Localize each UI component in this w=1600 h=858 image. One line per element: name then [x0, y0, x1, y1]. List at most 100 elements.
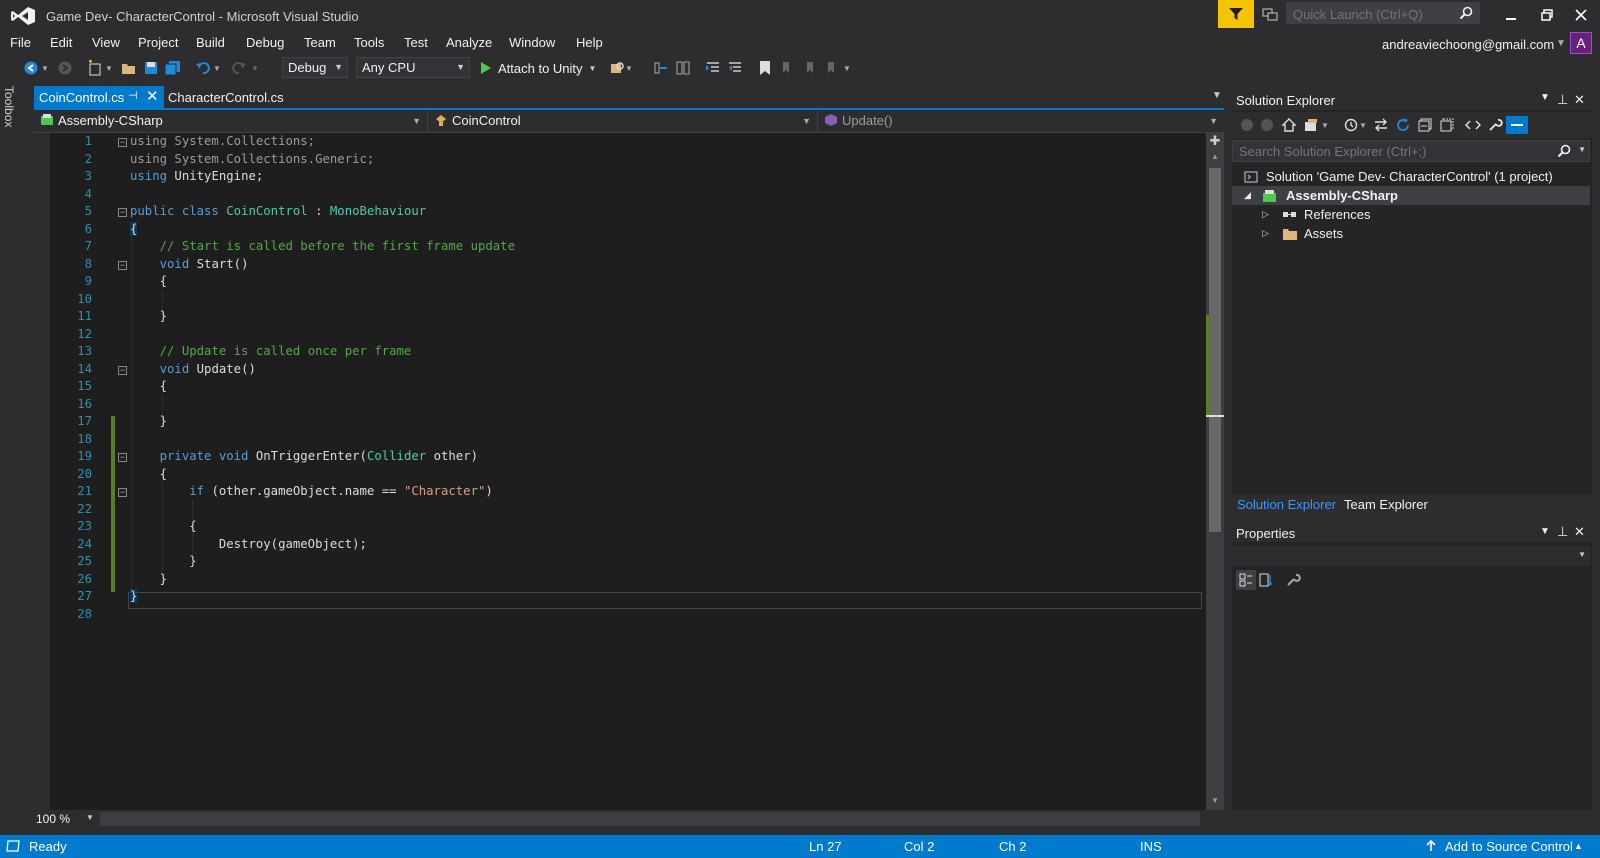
tab-team-explorer[interactable]: Team Explorer [1344, 497, 1428, 512]
close-window-button[interactable] [1566, 4, 1596, 26]
project-dropdown[interactable]: Assembly-CSharp ▼ [34, 110, 428, 132]
code-line[interactable]: private void OnTriggerEnter(Collider oth… [130, 449, 478, 463]
code-line[interactable]: } [130, 309, 167, 323]
navigate-back-icon[interactable] [22, 59, 40, 77]
uncomment-lines-icon[interactable] [726, 59, 744, 77]
tab-list-dropdown-icon[interactable]: ▼ [1212, 90, 1222, 101]
collapsed-arrow-icon[interactable]: ▷ [1262, 205, 1269, 224]
search-options-dropdown-icon[interactable]: ▼ [1578, 145, 1586, 154]
code-line[interactable]: using System.Collections; [130, 134, 315, 148]
save-all-icon[interactable] [164, 59, 182, 77]
sync-active-document-icon[interactable] [1372, 116, 1390, 134]
tree-item-references[interactable]: ▷ References [1232, 205, 1590, 224]
account-dropdown-icon[interactable]: ▼ [1556, 38, 1566, 49]
member-dropdown[interactable]: Update() ▼ [818, 110, 1224, 132]
forward-icon[interactable] [1258, 116, 1276, 134]
upload-arrow-icon[interactable] [1425, 840, 1437, 852]
properties-wrench-icon[interactable] [1486, 116, 1504, 134]
collapse-icon[interactable]: − [118, 488, 127, 497]
undo-dropdown-icon[interactable]: ▼ [212, 59, 222, 77]
save-icon[interactable] [142, 59, 160, 77]
code-editor[interactable] [34, 133, 1206, 810]
menu-file[interactable]: File [10, 35, 31, 50]
output-window-icon[interactable] [6, 840, 20, 852]
alphabetical-icon[interactable] [1258, 571, 1276, 589]
bookmark-icon[interactable] [756, 59, 774, 77]
tab-charactercontrol[interactable]: CharacterControl.cs [168, 90, 284, 105]
code-line[interactable]: { [130, 222, 138, 236]
new-project-icon[interactable] [86, 59, 104, 77]
code-line[interactable]: // Start is called before the first fram… [130, 239, 515, 253]
solution-search-input[interactable] [1237, 143, 1541, 160]
panel-options-icon[interactable]: ▼ [1540, 526, 1550, 537]
code-line[interactable]: } [130, 554, 196, 568]
chevron-up-icon[interactable]: ▲ [1574, 841, 1583, 851]
code-line[interactable]: } [130, 589, 138, 603]
collapse-icon[interactable]: − [118, 261, 127, 270]
close-panel-icon[interactable]: ✕ [1574, 524, 1585, 540]
back-dropdown-icon[interactable]: ▼ [40, 59, 50, 77]
minimize-button[interactable] [1496, 4, 1526, 26]
type-dropdown[interactable]: CoinControl ▼ [428, 110, 818, 132]
previous-bookmark-icon[interactable] [778, 59, 796, 77]
code-line[interactable]: } [130, 572, 167, 586]
overflow-dropdown-icon[interactable]: ▼ [624, 59, 634, 77]
panel-options-icon[interactable]: ▼ [1540, 92, 1550, 103]
quick-launch-input[interactable] [1291, 5, 1455, 23]
navigate-forward-icon[interactable] [56, 59, 74, 77]
undo-icon[interactable] [194, 59, 212, 77]
code-line[interactable]: { [130, 379, 167, 393]
menu-team[interactable]: Team [304, 35, 336, 50]
add-to-source-control-button[interactable]: Add to Source Control [1445, 839, 1573, 854]
menu-debug[interactable]: Debug [246, 35, 284, 50]
tree-item-solution[interactable]: Solution 'Game Dev- CharacterControl' (1… [1232, 167, 1590, 186]
pin-icon[interactable]: ⊣ [128, 89, 138, 102]
code-line[interactable]: using System.Collections.Generic; [130, 152, 374, 166]
configuration-select[interactable]: Debug ▼ [282, 57, 348, 78]
toolbar-overflow-icon[interactable]: ▼ [842, 59, 852, 77]
toolbox-tab[interactable]: Toolbox [2, 86, 16, 127]
chevron-down-icon[interactable]: ▼ [1320, 116, 1330, 134]
quick-launch-box[interactable] [1286, 2, 1480, 24]
step-over-icon[interactable] [674, 59, 692, 77]
code-line[interactable]: void Update() [130, 362, 256, 376]
code-line[interactable]: } [130, 414, 167, 428]
collapse-all-icon[interactable] [1416, 116, 1434, 134]
platform-select[interactable]: Any CPU ▼ [356, 57, 470, 78]
switch-views-icon[interactable] [1302, 116, 1320, 134]
categorized-icon[interactable] [1236, 570, 1256, 590]
restore-button[interactable] [1532, 4, 1562, 26]
collapse-icon[interactable]: − [118, 138, 127, 147]
view-code-icon[interactable] [1464, 116, 1482, 134]
refresh-icon[interactable] [1394, 116, 1412, 134]
back-icon[interactable] [1238, 116, 1256, 134]
chevron-down-icon[interactable]: ▼ [1358, 116, 1368, 134]
collapse-icon[interactable]: − [118, 366, 127, 375]
account-email[interactable]: andreaviechoong@gmail.com [1382, 37, 1554, 52]
scroll-up-icon[interactable]: ▲ [1209, 152, 1221, 161]
menu-help[interactable]: Help [576, 35, 603, 50]
close-panel-icon[interactable]: ✕ [1574, 92, 1585, 108]
menu-edit[interactable]: Edit [50, 35, 72, 50]
open-file-icon[interactable] [120, 59, 138, 77]
code-line[interactable]: // Update is called once per frame [130, 344, 412, 358]
menu-test[interactable]: Test [404, 35, 428, 50]
attach-to-unity-button[interactable]: Attach to Unity ▼ [480, 59, 596, 77]
code-line[interactable]: using UnityEngine; [130, 169, 263, 183]
code-line[interactable]: { [130, 467, 167, 481]
scroll-down-icon[interactable]: ▼ [1209, 796, 1221, 805]
menu-analyze[interactable]: Analyze [446, 35, 492, 50]
code-line[interactable]: { [130, 519, 196, 533]
pin-icon[interactable]: ⊥ [1557, 92, 1568, 108]
collapse-icon[interactable]: − [118, 453, 127, 462]
code-line[interactable]: public class CoinControl : MonoBehaviour [130, 204, 426, 218]
menu-build[interactable]: Build [196, 35, 225, 50]
close-tab-icon[interactable]: ✕ [146, 87, 159, 105]
solution-search-box[interactable]: ▼ [1232, 140, 1590, 162]
properties-object-select[interactable]: ▼ [1232, 546, 1590, 566]
collapsed-arrow-icon[interactable]: ▷ [1262, 224, 1269, 243]
redo-icon[interactable] [230, 59, 248, 77]
property-pages-wrench-icon[interactable] [1284, 571, 1302, 589]
feedback-filter-button[interactable] [1218, 0, 1254, 28]
step-into-icon[interactable] [652, 59, 670, 77]
